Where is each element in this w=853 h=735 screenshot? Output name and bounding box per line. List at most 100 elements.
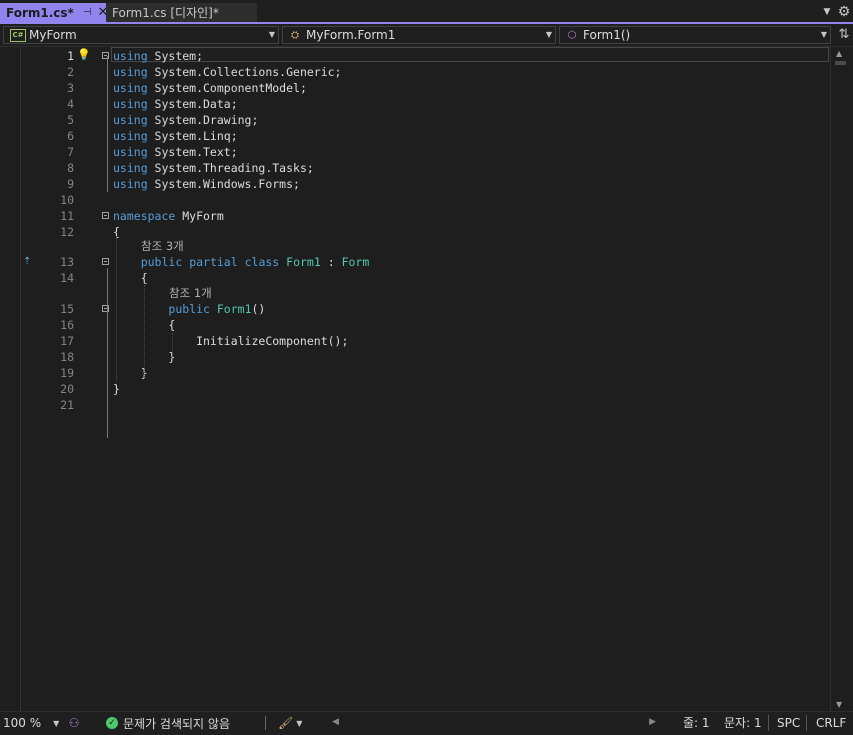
text-token: System.ComponentModel; <box>147 81 307 95</box>
code-line[interactable]: 18 } <box>0 349 830 365</box>
line-ending-indicator[interactable]: CRLF <box>816 715 846 731</box>
chevron-down-icon: ▼ <box>296 718 303 728</box>
code-line[interactable]: 3 using System.ComponentModel; <box>0 80 830 96</box>
line-indicator[interactable]: 줄: 1 <box>683 715 710 731</box>
code-editor[interactable]: 💡 ⇡ 1 using System; 2 using System.Collecti… <box>0 47 853 711</box>
type-dropdown[interactable]: ⛭ MyForm.Form1 ▼ <box>282 26 556 44</box>
tab-bar: Form1.cs* ⊣ ✕ Form1.cs [디자인]* ▼ ⚙ <box>0 0 853 24</box>
class-icon: ⛭ <box>291 29 299 41</box>
pin-icon[interactable]: ⊣ <box>83 7 92 18</box>
line-number: 13 <box>60 255 74 269</box>
code-lens-label[interactable]: 참조 1개 <box>169 285 212 301</box>
vertical-scrollbar[interactable]: ▲ ▼ <box>830 47 851 711</box>
scroll-right-icon[interactable]: ▶ <box>649 717 656 727</box>
text-token: System.Data; <box>147 97 238 111</box>
column-indicator[interactable]: 문자: 1 <box>724 715 762 731</box>
code-line[interactable]: 8 using System.Threading.Tasks; <box>0 160 830 176</box>
tab-overflow-chevron-icon[interactable]: ▼ <box>820 4 834 20</box>
code-line[interactable]: 16 { <box>0 317 830 333</box>
code-text: using System.Text; <box>113 144 238 160</box>
code-line[interactable]: 11 namespace MyForm <box>0 208 830 224</box>
code-cleanup-button[interactable]: 🖌 ▼ <box>278 715 306 731</box>
divider <box>265 716 266 730</box>
csharp-project-icon: C# <box>10 28 26 42</box>
text-token: System.Drawing; <box>147 113 259 127</box>
text-token: { <box>113 271 148 285</box>
scroll-thumb[interactable] <box>835 61 846 65</box>
text-token: System.Text; <box>147 145 238 159</box>
fold-region-line <box>107 56 108 192</box>
fold-toggle-icon[interactable] <box>102 212 109 219</box>
code-text: using System.Collections.Generic; <box>113 64 342 80</box>
code-line[interactable]: 4 using System.Data; <box>0 96 830 112</box>
code-line[interactable]: 17 InitializeComponent(); <box>0 333 830 349</box>
scroll-up-icon[interactable]: ▲ <box>836 49 842 58</box>
line-number: 9 <box>67 177 74 191</box>
tab-form1-cs[interactable]: Form1.cs* ⊣ ✕ <box>0 3 108 22</box>
keyword-token: using <box>113 65 148 79</box>
code-text: namespace MyForm <box>113 208 224 224</box>
code-line[interactable]: 6 using System.Linq; <box>0 128 830 144</box>
chevron-down-icon: ▼ <box>820 30 827 39</box>
keyword-token: public <box>168 302 210 316</box>
tab-label: Form1.cs [디자인]* <box>112 6 219 20</box>
code-line[interactable]: 21 <box>0 397 830 413</box>
split-editor-icon[interactable]: ⇅ <box>836 26 852 44</box>
member-dropdown[interactable]: ⬡ Form1() ▼ <box>559 26 831 44</box>
code-text: } <box>113 381 120 397</box>
line-number: 1 <box>67 49 74 63</box>
zoom-level: 100 % <box>3 716 42 730</box>
line-number: 8 <box>67 161 74 175</box>
code-line[interactable]: 2 using System.Collections.Generic; <box>0 64 830 80</box>
code-lens-label[interactable]: 참조 3개 <box>141 238 184 254</box>
line-number: 21 <box>60 398 74 412</box>
code-text: { <box>113 270 148 286</box>
divider <box>806 715 807 731</box>
fold-toggle-icon[interactable] <box>102 258 109 265</box>
line-number: 5 <box>67 113 74 127</box>
tab-form1-designer[interactable]: Form1.cs [디자인]* <box>106 3 257 22</box>
horizontal-scrollbar[interactable]: ◀ ▶ <box>328 715 660 731</box>
code-line[interactable]: 15 public Form1() <box>0 301 830 317</box>
keyword-token: class <box>244 255 280 269</box>
code-lens-references[interactable]: 참조 3개 <box>0 238 830 254</box>
type-token: Form1 <box>216 302 252 316</box>
copilot-icon[interactable]: ⚇ <box>66 715 82 731</box>
code-line[interactable]: 19 } <box>0 365 830 381</box>
code-line[interactable]: 10 <box>0 192 830 208</box>
scroll-down-icon[interactable]: ▼ <box>836 700 842 709</box>
scroll-left-icon[interactable]: ◀ <box>332 717 339 727</box>
brush-icon: 🖌 <box>278 716 294 730</box>
keyword-token: using <box>113 145 148 159</box>
line-number: 2 <box>67 65 74 79</box>
text-token: System.Windows.Forms; <box>147 177 300 191</box>
whitespace-indicator[interactable]: SPC <box>777 715 800 731</box>
issues-text: 문제가 검색되지 않음 <box>123 716 230 731</box>
code-line[interactable]: 9 using System.Windows.Forms; <box>0 176 830 192</box>
code-line[interactable]: 5 using System.Drawing; <box>0 112 830 128</box>
code-line[interactable]: 13 public partial class Form1 : Form <box>0 254 830 270</box>
code-line[interactable]: 7 using System.Text; <box>0 144 830 160</box>
code-text: public partial class Form1 : Form <box>113 254 370 270</box>
line-number: 17 <box>60 334 74 348</box>
code-lens-references[interactable]: 참조 1개 <box>0 285 830 301</box>
line-number: 16 <box>60 318 74 332</box>
method-icon: ⬡ <box>567 29 577 41</box>
project-dropdown[interactable]: C# MyForm ▼ <box>3 26 279 44</box>
line-number: 18 <box>60 350 74 364</box>
gear-icon[interactable]: ⚙ <box>836 3 852 21</box>
keyword-token: using <box>113 177 148 191</box>
code-line[interactable]: 20} <box>0 381 830 397</box>
zoom-dropdown[interactable]: 100 % ▼ <box>3 715 63 731</box>
indent-guide <box>172 333 173 357</box>
keyword-token: using <box>113 81 148 95</box>
code-text: using System.Drawing; <box>113 112 258 128</box>
divider <box>768 715 769 731</box>
status-bar: 100 % ▼ ⚇ ✓ 문제가 검색되지 않음 🖌 ▼ ◀ ▶ 줄: 1 문자:… <box>0 711 853 735</box>
code-line[interactable]: 1 using System; <box>0 48 830 64</box>
issues-indicator[interactable]: ✓ 문제가 검색되지 않음 <box>106 715 230 731</box>
tab-label: Form1.cs* <box>6 5 74 20</box>
code-line[interactable]: 14 { <box>0 270 830 286</box>
code-text: InitializeComponent(); <box>113 333 348 349</box>
